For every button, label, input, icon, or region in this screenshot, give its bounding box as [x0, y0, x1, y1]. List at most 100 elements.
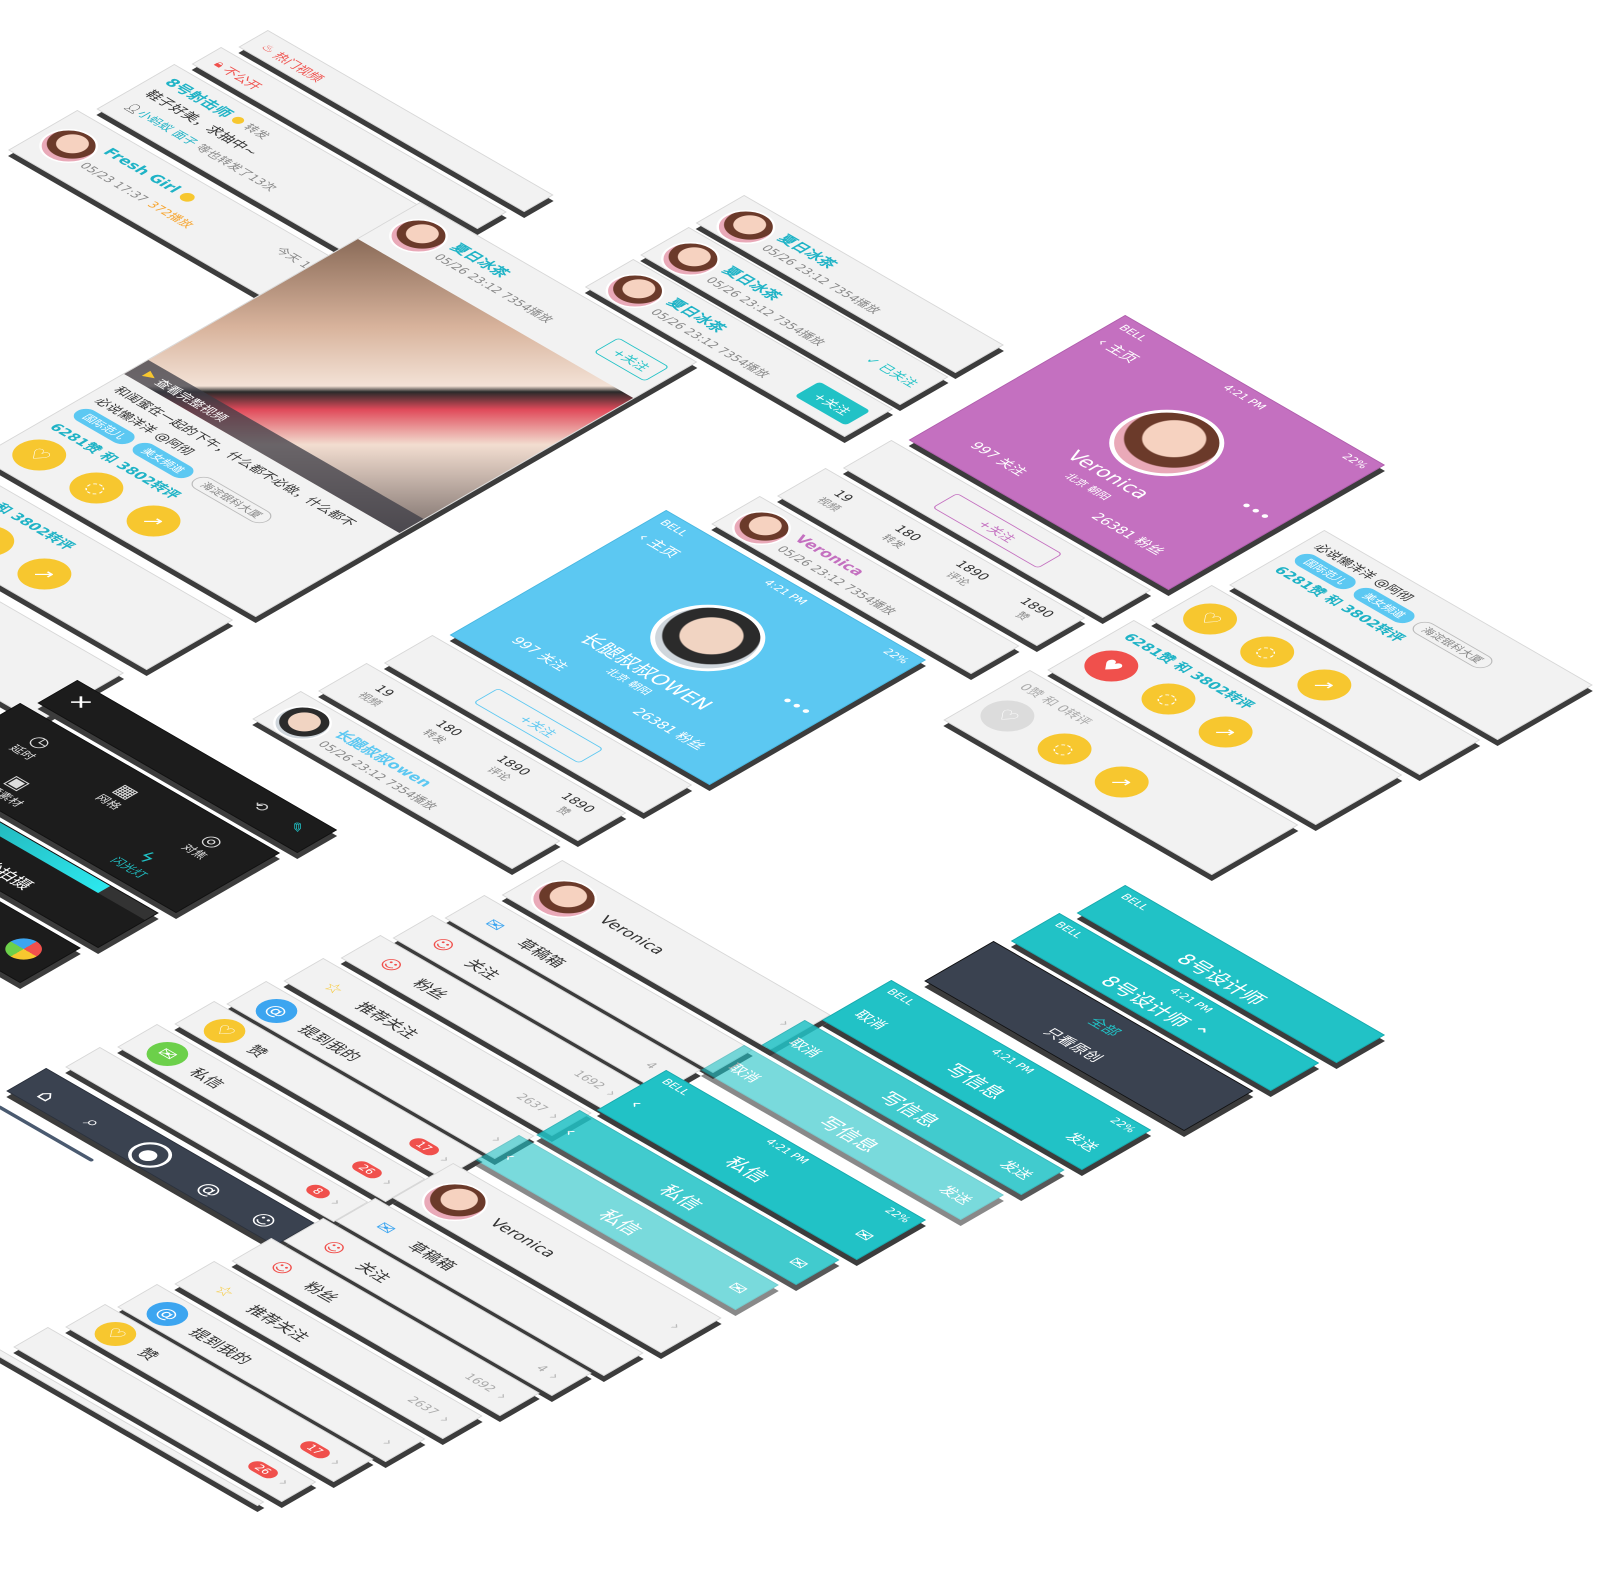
comment-button[interactable]: ◌: [1026, 727, 1103, 771]
flash-option[interactable]: ϟ 闪光灯: [106, 842, 173, 881]
comment-button[interactable]: ◌: [1229, 630, 1306, 674]
at-icon[interactable]: @: [191, 1178, 229, 1200]
battery: 22%: [879, 646, 913, 666]
chevron-right-icon: ›: [435, 1412, 458, 1426]
draft-icon: ✉: [369, 1218, 402, 1238]
settings-icon[interactable]: ✎: [283, 819, 311, 835]
like-button[interactable]: ♡: [1171, 597, 1249, 641]
app-logo-icon: [0, 934, 50, 964]
battery: 22%: [881, 1205, 914, 1225]
focus-option[interactable]: ◎ 对焦: [177, 829, 233, 862]
menu-user-name: Veronica: [594, 913, 671, 957]
user-icon[interactable]: ☺: [244, 1209, 283, 1231]
share-icon: ↗: [135, 510, 172, 532]
star-icon: ☆: [208, 1281, 241, 1301]
heart-icon: ♡: [195, 1014, 254, 1048]
page-title: 写信息: [873, 1088, 946, 1131]
send-button[interactable]: 发送: [994, 1157, 1038, 1183]
heart-icon: ♥: [1093, 655, 1130, 677]
page-title: 私信: [719, 1153, 775, 1186]
mockup-stage: ♨ 热门视频 🔒︎ 不公开 8号射击师 ● 转发 鞋子好美，求抽中~ 👤︎ 小蚂…: [0, 0, 1600, 1506]
followed-label[interactable]: ✓ 已关注: [861, 353, 924, 390]
status-time: 4:21 PM: [762, 1136, 812, 1166]
notification-badge: 17: [405, 1135, 443, 1158]
comment-icon: ◌: [0, 530, 6, 552]
location-tag[interactable]: 海淀银科大厦: [1407, 619, 1498, 671]
close-icon[interactable]: ✕: [61, 692, 99, 714]
timer-option[interactable]: ◷ 延时: [5, 730, 61, 763]
search-icon[interactable]: ⌕: [78, 1113, 108, 1131]
private-label: 不公开: [217, 65, 265, 93]
battery: 22%: [1338, 451, 1372, 471]
notification-badge: 26: [348, 1158, 386, 1181]
message-icon: ✉: [137, 1037, 197, 1071]
more-icon[interactable]: •••: [1232, 498, 1278, 524]
share-button[interactable]: ↗: [1083, 760, 1160, 804]
cancel-button[interactable]: 取消: [783, 1035, 827, 1061]
switch-camera-icon[interactable]: ⟲: [247, 798, 275, 814]
following-count[interactable]: 997: [507, 635, 544, 656]
notification-badge: 17: [296, 1438, 334, 1461]
home-icon[interactable]: ⌂: [31, 1086, 63, 1104]
page-title: 写信息: [938, 1060, 1012, 1103]
comment-icon: ◌: [1150, 688, 1187, 710]
carrier: BELL: [883, 987, 919, 1007]
share-button[interactable]: ↗: [6, 552, 83, 596]
send-button[interactable]: 发送: [934, 1182, 978, 1208]
follow-icon: ☺: [316, 1238, 351, 1258]
comment-icon: ◌: [78, 477, 115, 499]
share-icon: ↗: [26, 563, 63, 585]
page-title: 写信息: [812, 1113, 886, 1156]
chevron-right-icon: ›: [325, 1195, 348, 1209]
share-icon: ↗: [1104, 771, 1140, 793]
follow-button[interactable]: +关注: [593, 337, 670, 382]
chevron-right-icon: ›: [273, 1475, 296, 1489]
share-icon: ↗: [1207, 721, 1244, 743]
heart-icon: ♡: [85, 1317, 145, 1351]
carrier: BELL: [1115, 323, 1151, 343]
camera-icon[interactable]: ●: [118, 1136, 181, 1173]
battery: 22%: [1106, 1115, 1140, 1135]
post-plays: 7354播放: [497, 290, 557, 325]
cancel-button[interactable]: 取消: [849, 1007, 893, 1033]
divider: [0, 1347, 265, 1506]
at-icon: @: [137, 1297, 197, 1331]
compose-icon[interactable]: ✉: [848, 1226, 879, 1244]
grid-option[interactable]: ▦ 网格: [91, 779, 147, 812]
follow-button[interactable]: +关注: [794, 381, 871, 426]
avatar[interactable]: [408, 1175, 502, 1229]
chevron-up-icon: ⌃: [1180, 1022, 1217, 1043]
cancel-button[interactable]: 取消: [722, 1060, 766, 1086]
draft-icon: ✉: [479, 915, 511, 935]
chevron-right-icon: ›: [377, 1435, 400, 1449]
fans-label: 粉丝: [1129, 535, 1168, 558]
chevron-left-icon[interactable]: ‹: [558, 1125, 582, 1139]
chevron-left-icon[interactable]: ‹: [624, 1097, 648, 1111]
comment-icon: ◌: [1046, 738, 1083, 760]
avatar[interactable]: [517, 872, 611, 926]
heart-icon: ♡: [1191, 608, 1229, 630]
share-button[interactable]: ↗: [115, 499, 192, 543]
share-button[interactable]: ↗: [1286, 663, 1363, 707]
at-icon: @: [247, 994, 306, 1028]
star-icon: ☆: [317, 978, 350, 998]
comment-icon: ◌: [1249, 641, 1286, 663]
follow-icon: ☺: [425, 935, 460, 955]
post-plays: 7354播放: [713, 345, 774, 380]
fans-icon: ☺: [264, 1258, 299, 1278]
chevron-right-icon: ›: [492, 1389, 515, 1403]
followed-text: 已关注: [874, 362, 921, 390]
compose-icon[interactable]: ✉: [782, 1254, 813, 1272]
chevron-left-icon[interactable]: ‹: [497, 1150, 521, 1164]
send-button[interactable]: 发送: [1060, 1129, 1104, 1155]
following-count[interactable]: 997: [966, 440, 1003, 461]
chevron-right-icon: ›: [544, 1369, 567, 1383]
page-title: 私信: [592, 1206, 649, 1239]
compose-icon[interactable]: ✉: [722, 1279, 753, 1297]
share-button[interactable]: ↗: [1187, 710, 1264, 754]
more-icon[interactable]: •••: [773, 693, 819, 719]
heart-icon: ♡: [989, 705, 1026, 727]
chevron-right-icon: ›: [377, 1175, 400, 1189]
chevron-right-icon: ›: [664, 1319, 687, 1333]
share-icon: ↗: [1306, 674, 1343, 696]
